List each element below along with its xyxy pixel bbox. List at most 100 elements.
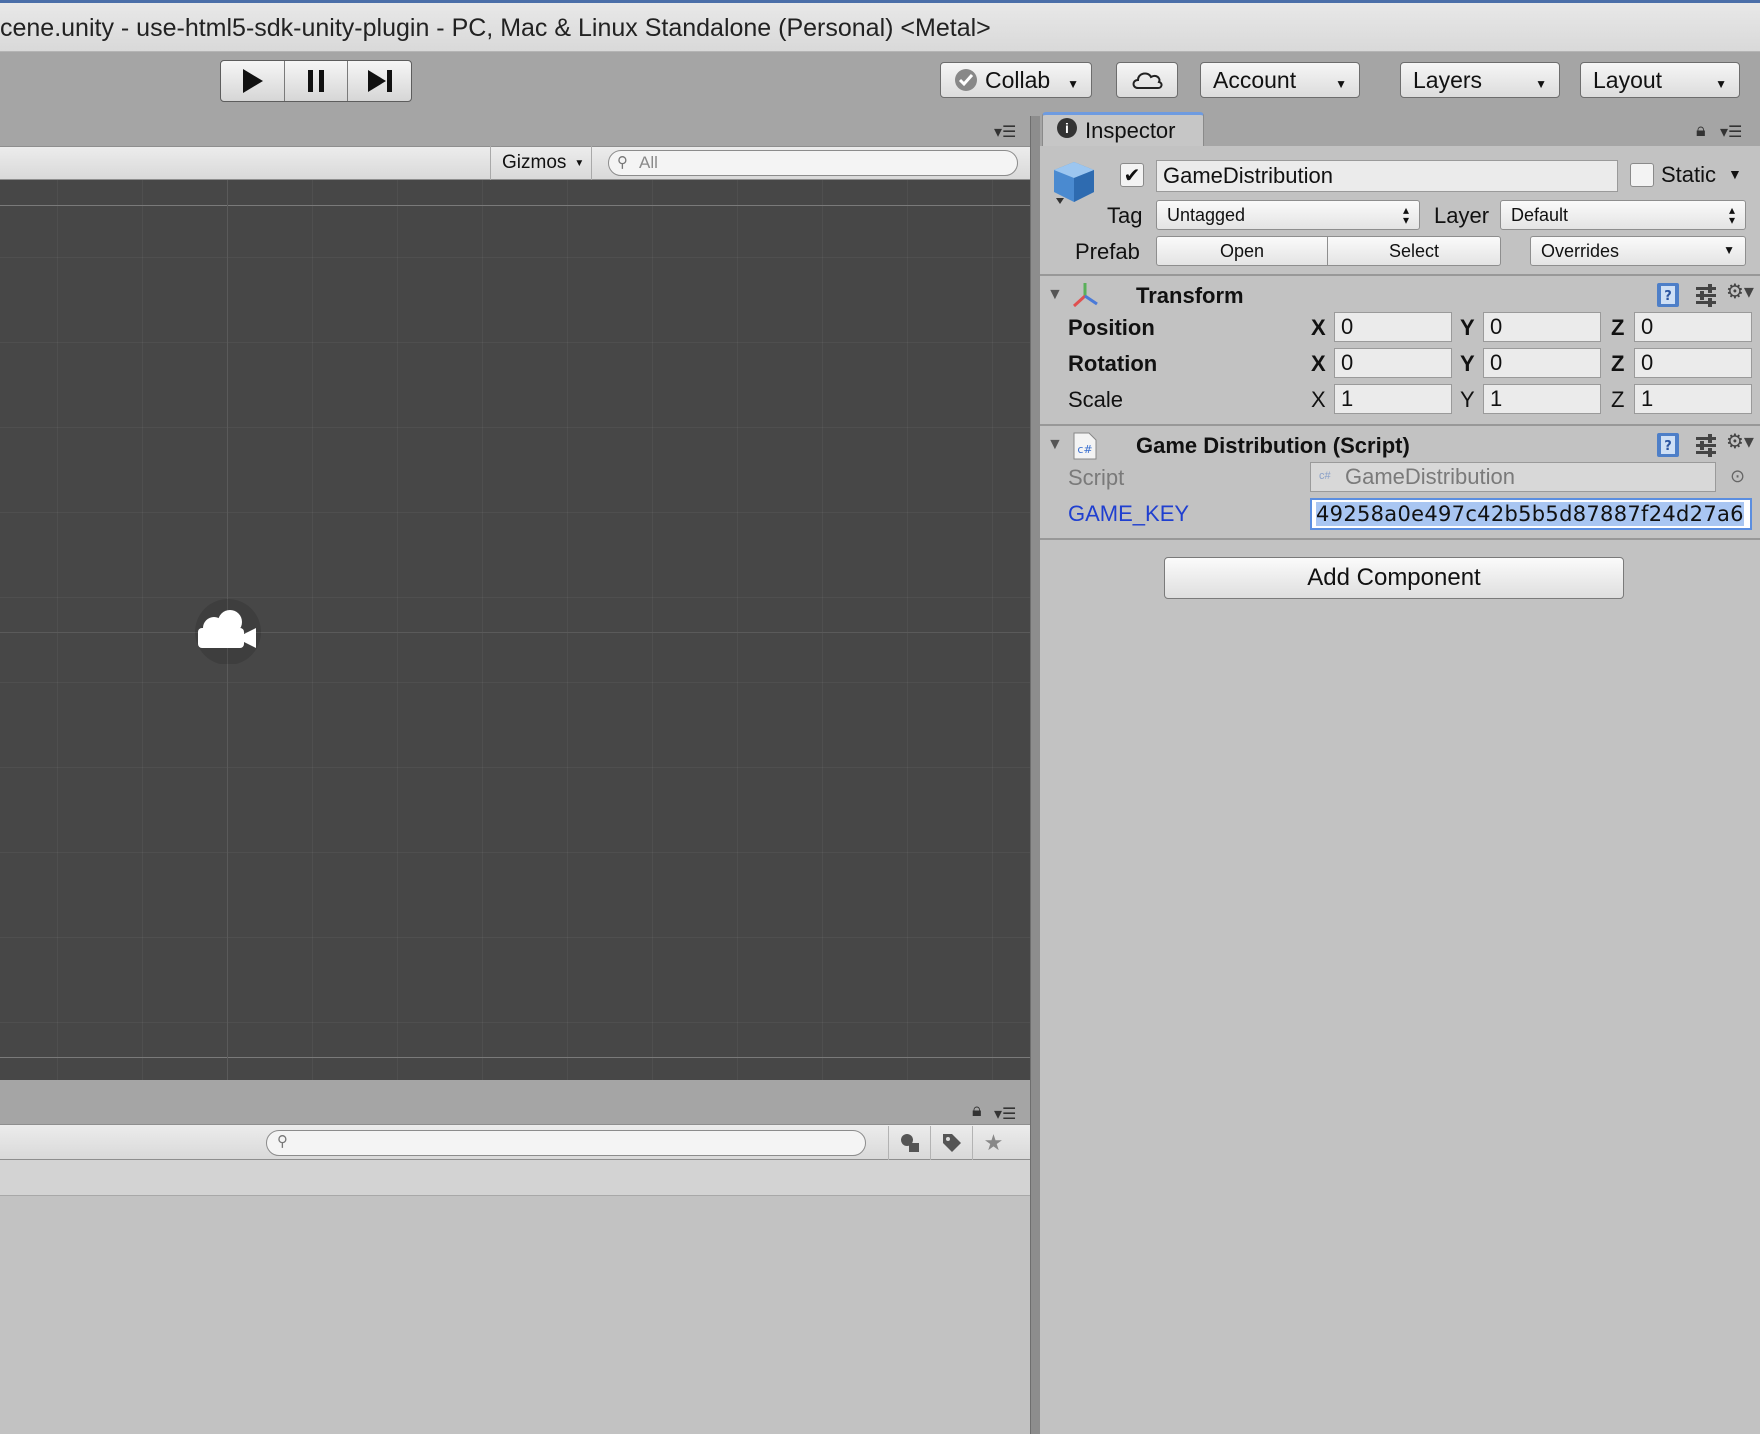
rotation-y-field[interactable]: 0 xyxy=(1483,348,1601,378)
tab-inspector[interactable]: i Inspector xyxy=(1042,112,1204,146)
play-icon xyxy=(243,69,264,93)
checkmark-circle-icon xyxy=(955,69,977,91)
object-picker-icon[interactable]: ⊙ xyxy=(1730,466,1745,487)
rotation-z-field[interactable]: 0 xyxy=(1634,348,1752,378)
position-z-axis: Z xyxy=(1611,315,1625,340)
rotation-x-value: 0 xyxy=(1341,350,1354,375)
script-reference-value: GameDistribution xyxy=(1345,464,1515,489)
info-icon: i xyxy=(1057,118,1077,138)
svg-text:?: ? xyxy=(1664,439,1672,454)
transform-title: Transform xyxy=(1136,283,1244,308)
position-z-field[interactable]: 0 xyxy=(1634,312,1752,342)
account-dropdown[interactable]: Account ▼ xyxy=(1200,62,1360,98)
scale-x-field[interactable]: 1 xyxy=(1334,384,1452,414)
preset-sliders-icon[interactable] xyxy=(1693,282,1719,313)
overrides-label: Overrides xyxy=(1541,240,1620,261)
scale-y-value: 1 xyxy=(1490,386,1503,411)
layers-dropdown[interactable]: Layers ▼ xyxy=(1400,62,1560,98)
rotation-x-axis: X xyxy=(1311,351,1326,376)
active-checkbox[interactable]: ✔ xyxy=(1120,163,1144,187)
scale-x-value: 1 xyxy=(1341,386,1354,411)
filter-by-label-button[interactable] xyxy=(930,1126,972,1160)
scene-tab-strip xyxy=(0,116,1030,146)
chevron-down-icon: ▼ xyxy=(1715,77,1727,91)
inspector-tab-label: Inspector xyxy=(1085,117,1176,143)
scene-viewport[interactable] xyxy=(0,180,1030,1080)
layer-dropdown[interactable]: Default ▴ ▾ xyxy=(1500,200,1746,230)
game-key-value: 49258a0e497c42b5b5d87887f24d27a6 xyxy=(1316,502,1744,526)
scale-label: Scale xyxy=(1068,387,1124,412)
add-component-button[interactable]: Add Component xyxy=(1164,557,1624,599)
layout-label: Layout xyxy=(1593,66,1663,93)
filter-by-type-button[interactable] xyxy=(888,1126,930,1160)
help-book-icon[interactable]: ? xyxy=(1655,431,1681,464)
prefab-select-button[interactable]: Select xyxy=(1327,236,1501,266)
panel-menu-icon[interactable]: ▾☰ xyxy=(994,122,1016,142)
divider xyxy=(1040,424,1760,426)
chevron-down-icon: ▼ xyxy=(574,157,585,169)
playback-controls xyxy=(220,60,412,102)
window-title: cene.unity - use-html5-sdk-unity-plugin … xyxy=(0,14,991,42)
help-book-icon[interactable]: ? xyxy=(1655,281,1681,315)
collab-label: Collab xyxy=(985,66,1051,93)
cloud-button[interactable] xyxy=(1116,62,1178,98)
preset-sliders-icon[interactable] xyxy=(1693,432,1719,463)
csharp-script-icon: c# xyxy=(1073,432,1097,460)
prefab-overrides-dropdown[interactable]: Overrides ▼ xyxy=(1530,236,1746,266)
rotation-x-field[interactable]: 0 xyxy=(1334,348,1452,378)
camera-frame-top xyxy=(0,205,1030,206)
static-dropdown-icon[interactable]: ▼ xyxy=(1728,166,1742,182)
script-reference-field: c# GameDistribution xyxy=(1310,462,1716,492)
rotation-z-value: 0 xyxy=(1641,350,1654,375)
gear-icon[interactable]: ⚙▾ xyxy=(1726,279,1754,304)
pause-button[interactable] xyxy=(285,61,349,101)
collab-dropdown[interactable]: Collab ▼ xyxy=(940,62,1092,98)
position-y-value: 0 xyxy=(1490,314,1503,339)
scale-y-field[interactable]: 1 xyxy=(1483,384,1601,414)
game-key-label: GAME_KEY xyxy=(1068,501,1190,526)
favorites-button[interactable]: ★ xyxy=(972,1126,1014,1160)
game-key-input[interactable]: 49258a0e497c42b5b5d87887f24d27a6 xyxy=(1310,498,1752,530)
prefab-open-button[interactable]: Open xyxy=(1156,236,1328,266)
lock-icon[interactable]: 🔒︎ xyxy=(972,1100,982,1121)
gear-icon[interactable]: ⚙▾ xyxy=(1726,429,1754,454)
position-x-field[interactable]: 0 xyxy=(1334,312,1452,342)
step-button[interactable] xyxy=(348,61,411,101)
scene-search-input[interactable]: ⚲ All xyxy=(608,150,1018,176)
layout-dropdown[interactable]: Layout ▼ xyxy=(1580,62,1740,98)
transform-icon xyxy=(1072,283,1098,308)
tag-dropdown[interactable]: Untagged ▴ ▾ xyxy=(1156,200,1420,230)
scale-z-value: 1 xyxy=(1641,386,1654,411)
svg-text:?: ? xyxy=(1664,289,1672,304)
gizmos-label: Gizmos xyxy=(502,152,567,173)
foldout-arrow-icon[interactable]: ▼ xyxy=(1047,286,1063,304)
prefab-label: Prefab xyxy=(1075,239,1140,264)
position-y-field[interactable]: 0 xyxy=(1483,312,1601,342)
panel-splitter[interactable] xyxy=(1030,116,1040,1434)
panel-menu-icon[interactable]: ▾☰ xyxy=(994,1104,1016,1124)
search-icon: ⚲ xyxy=(277,1133,288,1150)
static-checkbox[interactable] xyxy=(1630,163,1654,187)
camera-gizmo-icon[interactable] xyxy=(190,598,268,664)
position-x-value: 0 xyxy=(1341,314,1354,339)
rotation-y-value: 0 xyxy=(1490,350,1503,375)
updown-arrows-icon: ▴ ▾ xyxy=(1402,203,1409,227)
panel-menu-icon[interactable]: ▾☰ xyxy=(1720,122,1742,142)
csharp-script-icon: c# xyxy=(1319,470,1331,482)
chevron-down-icon: ▼ xyxy=(1535,77,1547,91)
scale-x-axis: X xyxy=(1311,387,1326,412)
position-label: Position xyxy=(1068,315,1155,340)
scene-search-placeholder: All xyxy=(639,153,658,172)
chevron-down-icon: ▼ xyxy=(1723,243,1735,257)
gameobject-cube-icon xyxy=(1054,162,1094,204)
project-search-input[interactable]: ⚲ xyxy=(266,1130,866,1156)
gizmos-dropdown[interactable]: Gizmos ▼ xyxy=(490,146,592,180)
foldout-arrow-icon[interactable]: ▼ xyxy=(1047,436,1063,454)
lock-icon[interactable]: 🔒︎ xyxy=(1696,120,1706,141)
play-button[interactable] xyxy=(221,61,285,101)
tag-value: Untagged xyxy=(1167,204,1246,225)
scale-z-field[interactable]: 1 xyxy=(1634,384,1752,414)
object-name-field[interactable]: GameDistribution xyxy=(1156,160,1618,192)
chevron-down-icon: ▼ xyxy=(1335,77,1347,91)
project-breadcrumb-bar xyxy=(0,1160,1030,1196)
